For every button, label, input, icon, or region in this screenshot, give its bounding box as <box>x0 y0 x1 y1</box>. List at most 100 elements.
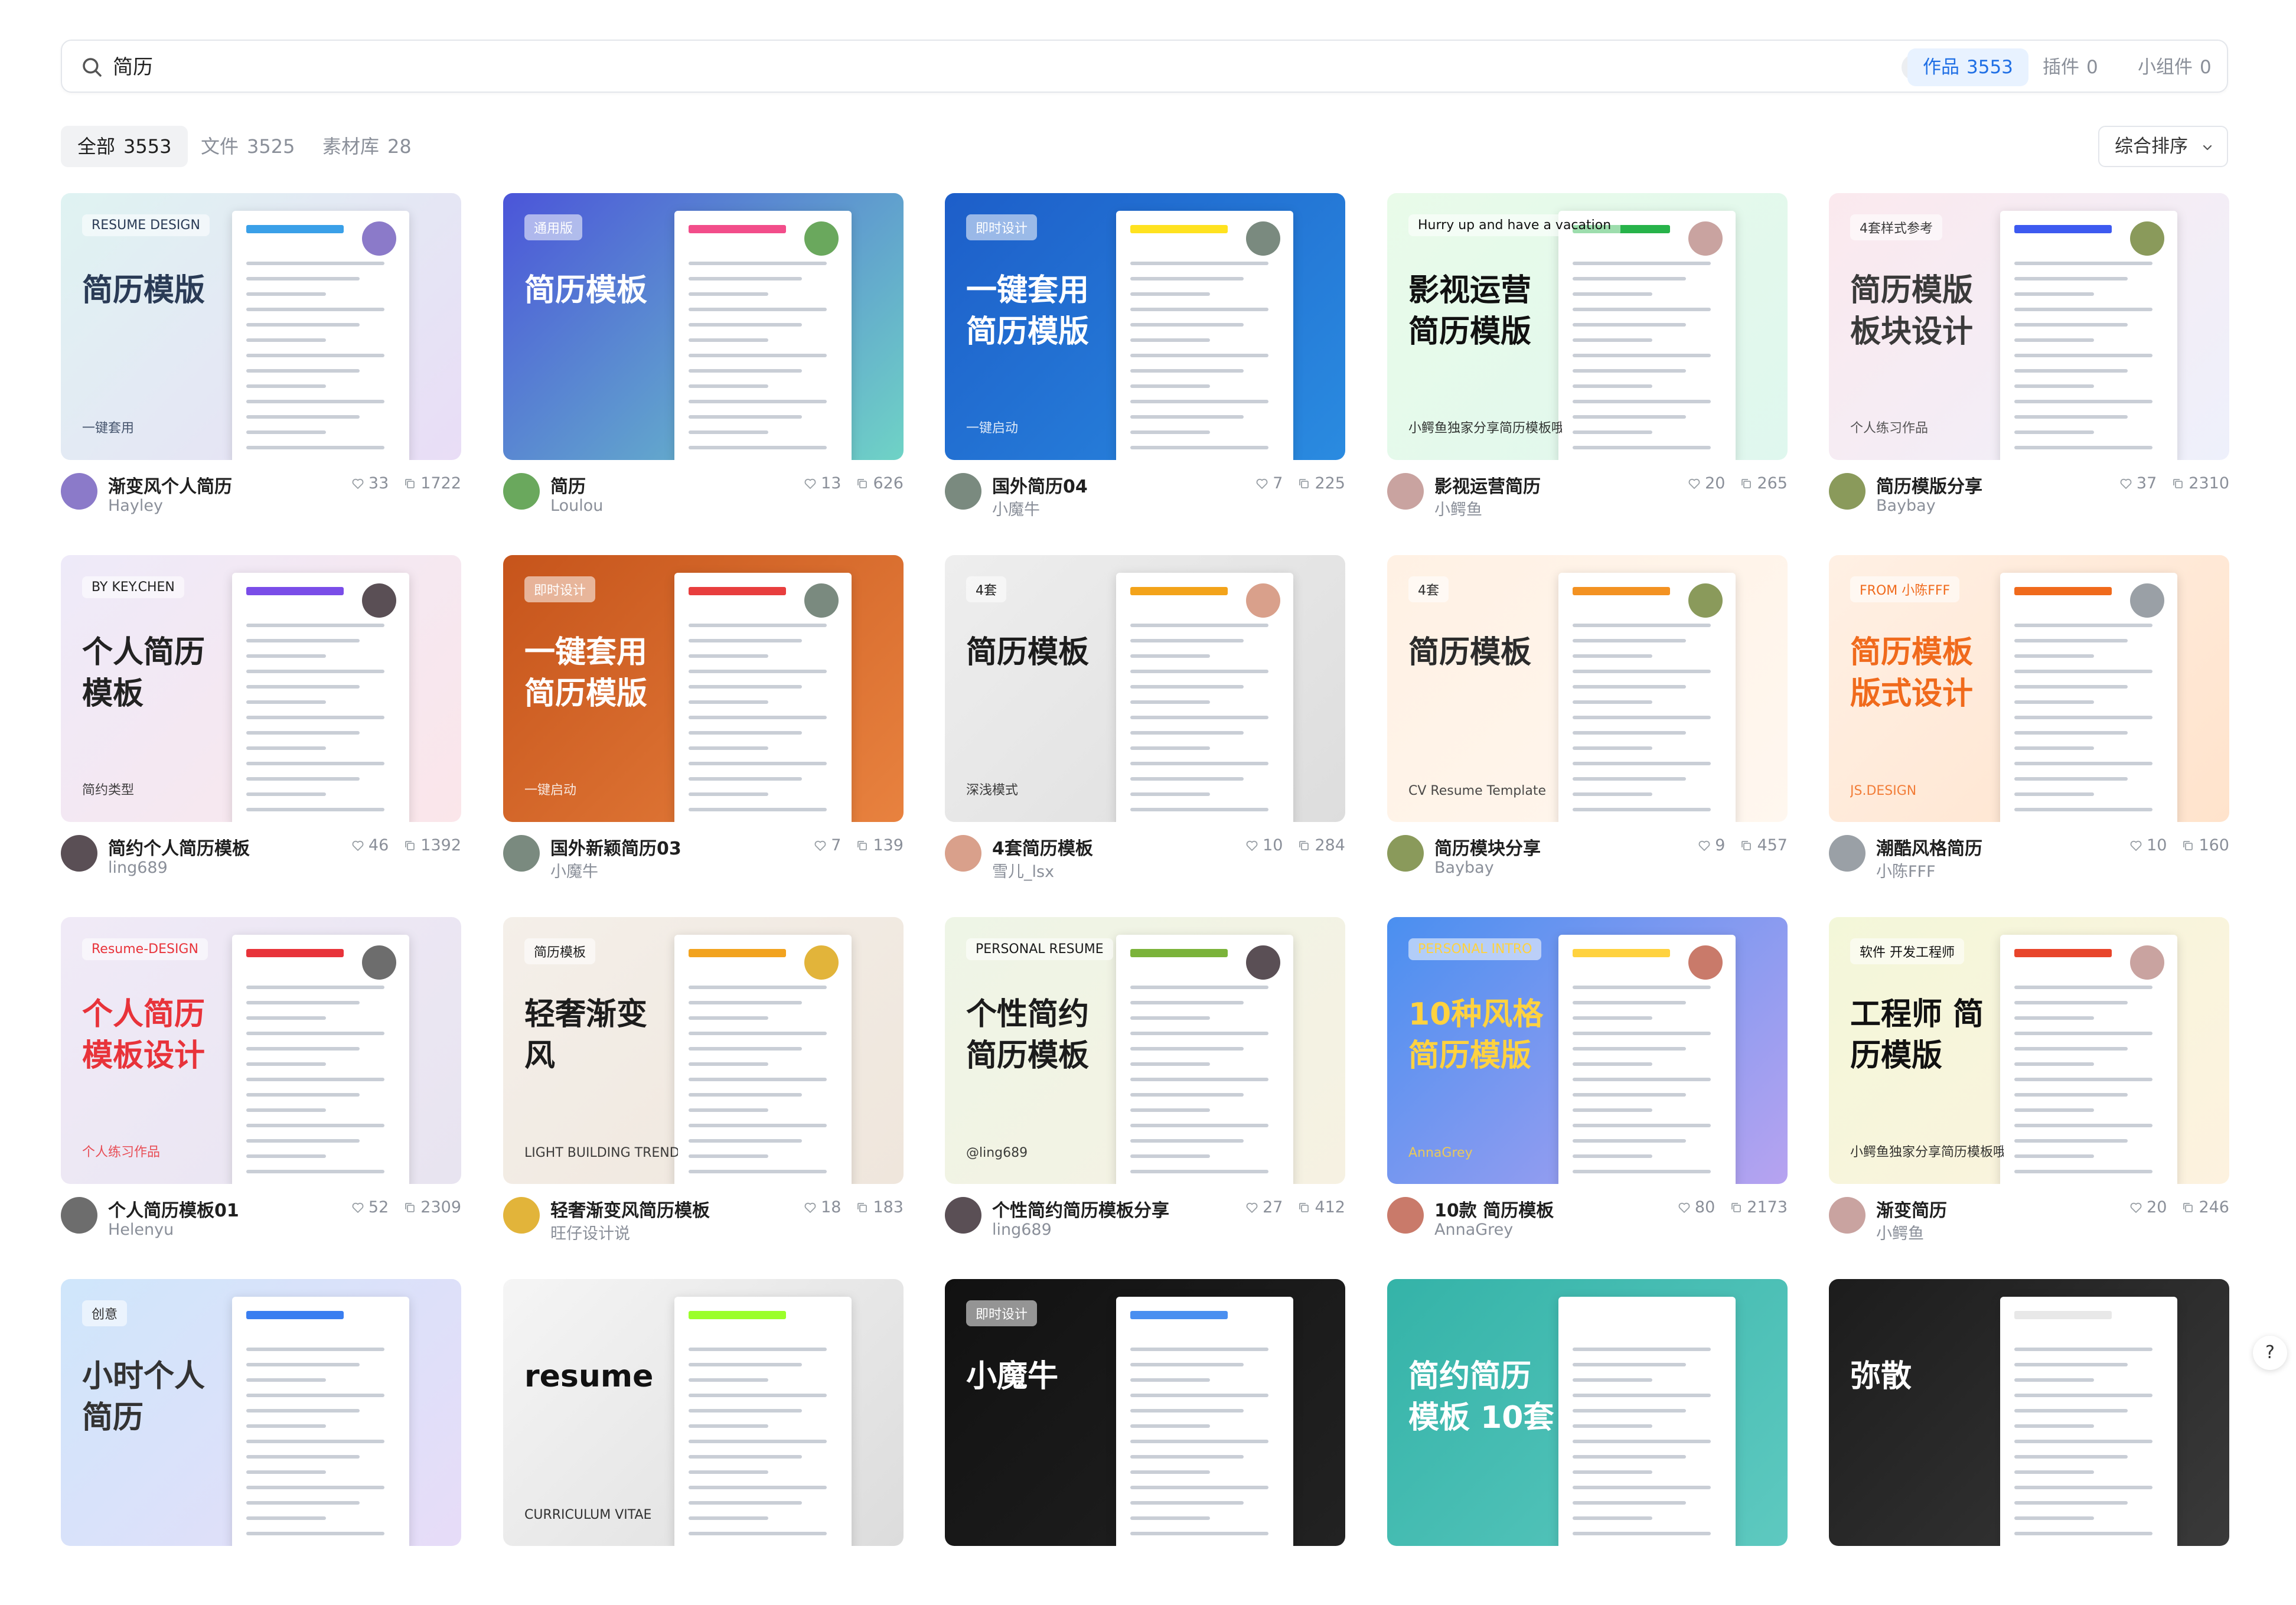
card-thumbnail[interactable]: PERSONAL INTRO 10种风格 简历模版 AnnaGrey <box>1387 917 1788 1184</box>
result-card[interactable]: resume CURRICULUM VITAE <box>503 1279 904 1605</box>
scope-tab-plugins[interactable]: 插件 0 <box>2027 48 2114 86</box>
result-card[interactable]: 即时设计 一键套用 简历模版 一键启动 国外新颖简历03 小魔牛 7 139 <box>503 555 904 881</box>
author-avatar[interactable] <box>61 473 97 510</box>
card-author[interactable]: ling689 <box>108 859 168 877</box>
card-meta: 4套简历模板 雪儿_lsx 10 284 <box>945 822 1345 881</box>
filter-tab-all[interactable]: 全部 3553 <box>61 126 188 167</box>
result-card[interactable]: 弥散 <box>1829 1279 2229 1605</box>
card-thumbnail[interactable]: 弥散 <box>1829 1279 2229 1546</box>
author-avatar[interactable] <box>503 473 540 510</box>
author-avatar[interactable] <box>1829 473 1866 510</box>
card-thumbnail[interactable]: Resume-DESIGN 个人简历 模板设计 个人练习作品 <box>61 917 461 1184</box>
card-author[interactable]: Hayley <box>108 497 163 515</box>
card-title[interactable]: 潮酷风格简历 <box>1876 834 1982 860</box>
result-card[interactable]: BY KEY.CHEN 个人简历 模板 简约类型 简约个人简历模板 ling689 46 1… <box>61 555 461 881</box>
card-author[interactable]: 小陈FFF <box>1876 859 1936 882</box>
result-card[interactable]: 软件 开发工程师 工程师 简历模版 小鳄鱼独家分享简历模板哦 渐变简历 小鳄鱼 20 246 <box>1829 917 2229 1243</box>
card-thumbnail[interactable]: 即时设计 一键套用 简历模版 一键启动 <box>945 193 1345 460</box>
text-line <box>689 670 827 673</box>
card-title[interactable]: 渐变简历 <box>1876 1196 1947 1222</box>
card-title[interactable]: 国外新颖简历03 <box>550 834 681 860</box>
author-avatar[interactable] <box>945 473 981 510</box>
card-author[interactable]: ling689 <box>992 1221 1052 1239</box>
card-author[interactable]: AnnaGrey <box>1434 1221 1513 1239</box>
result-card[interactable]: 4套样式参考 简历模版 板块设计 个人练习作品 简历模版分享 Baybay 37 2310 <box>1829 193 2229 519</box>
card-author[interactable]: Baybay <box>1434 859 1494 877</box>
card-thumbnail[interactable]: Hurry up and have a vacation 影视运营 简历模版 小鳄鱼… <box>1387 193 1788 460</box>
card-author[interactable]: 小魔牛 <box>550 859 598 882</box>
card-author[interactable]: Helenyu <box>108 1221 174 1239</box>
card-title[interactable]: 影视运营简历 <box>1434 472 1541 498</box>
card-title[interactable]: 4套简历模板 <box>992 834 1093 860</box>
author-avatar[interactable] <box>1829 1197 1866 1234</box>
card-author[interactable]: 小魔牛 <box>992 497 1040 520</box>
author-avatar[interactable] <box>503 1197 540 1234</box>
card-author[interactable]: 小鳄鱼 <box>1876 1221 1924 1244</box>
result-card[interactable]: PERSONAL RESUME 个性简约 简历模板 @ling689 个性简约简历模板… <box>945 917 1345 1243</box>
card-thumbnail[interactable]: 通用版 简历模板 <box>503 193 904 460</box>
card-title[interactable]: 简历模块分享 <box>1434 834 1541 860</box>
card-author[interactable]: 雪儿_lsx <box>992 859 1054 882</box>
card-title[interactable]: 简历模版分享 <box>1876 472 1982 498</box>
result-card[interactable]: 4套 简历模板 深浅模式 4套简历模板 雪儿_lsx 10 284 <box>945 555 1345 881</box>
result-card[interactable]: PERSONAL INTRO 10种风格 简历模版 AnnaGrey 10款 简历模板… <box>1387 917 1788 1243</box>
card-thumbnail[interactable]: resume CURRICULUM VITAE <box>503 1279 904 1546</box>
scope-tab-works[interactable]: 作品 3553 <box>1907 48 2028 86</box>
result-card[interactable]: 简历模板轻奢渐变风 LIGHT BUILDING TREND | RESUME T… <box>503 917 904 1243</box>
author-avatar[interactable] <box>503 835 540 872</box>
card-thumbnail[interactable]: 简历模板轻奢渐变风 LIGHT BUILDING TREND | RESUME T… <box>503 917 904 1184</box>
card-title[interactable]: 个人简历模板01 <box>108 1196 239 1222</box>
filter-tab-libraries[interactable]: 素材库 28 <box>306 126 428 167</box>
card-thumbnail[interactable]: 4套 简历模板 CV Resume Template <box>1387 555 1788 822</box>
card-thumbnail[interactable]: 即时设计 一键套用 简历模版 一键启动 <box>503 555 904 822</box>
result-card[interactable]: 即时设计 小魔牛 <box>945 1279 1345 1605</box>
card-thumbnail[interactable]: 创意 小时个人简历 <box>61 1279 461 1546</box>
author-avatar[interactable] <box>1387 1197 1424 1234</box>
author-avatar[interactable] <box>61 835 97 872</box>
card-thumbnail[interactable]: 简约简历模板 10套 <box>1387 1279 1788 1546</box>
likes-count: 7 <box>1273 474 1283 492</box>
card-thumbnail[interactable]: FROM 小陈FFF 简历模板 版式设计 JS.DESIGN <box>1829 555 2229 822</box>
result-card[interactable]: FROM 小陈FFF 简历模板 版式设计 JS.DESIGN 潮酷风格简历 小陈FFF 1… <box>1829 555 2229 881</box>
author-avatar[interactable] <box>945 1197 981 1234</box>
card-thumbnail[interactable]: PERSONAL RESUME 个性简约 简历模板 @ling689 <box>945 917 1345 1184</box>
search-input[interactable]: 简历 <box>113 53 153 82</box>
author-avatar[interactable] <box>1387 473 1424 510</box>
result-card[interactable]: 通用版 简历模板 简历 Loulou 13 626 <box>503 193 904 519</box>
card-author[interactable]: 小鳄鱼 <box>1434 497 1482 520</box>
card-thumbnail[interactable]: 4套 简历模板 深浅模式 <box>945 555 1345 822</box>
author-avatar[interactable] <box>61 1197 97 1234</box>
search-bar[interactable]: 简历 作品 3553 插件 0 小组件 0 <box>61 40 2228 93</box>
card-title[interactable]: 国外简历04 <box>992 472 1088 498</box>
card-thumbnail[interactable]: BY KEY.CHEN 个人简历 模板 简约类型 <box>61 555 461 822</box>
result-card[interactable]: 4套 简历模板 CV Resume Template 简历模块分享 Baybay 9 457 <box>1387 555 1788 881</box>
author-avatar[interactable] <box>1387 835 1424 872</box>
help-button[interactable]: ? <box>2253 1336 2287 1370</box>
card-title[interactable]: 渐变风个人简历 <box>108 472 232 498</box>
card-title[interactable]: 简历 <box>550 472 586 498</box>
card-title[interactable]: 10款 简历模板 <box>1434 1196 1554 1222</box>
card-title[interactable]: 轻奢渐变风简历模板 <box>550 1196 710 1222</box>
card-author[interactable]: Baybay <box>1876 497 1936 515</box>
result-card[interactable]: 简约简历模板 10套 <box>1387 1279 1788 1605</box>
result-card[interactable]: RESUME DESIGN 简历模版 一键套用 渐变风个人简历 Hayley 33 1722 <box>61 193 461 519</box>
card-thumbnail[interactable]: 4套样式参考 简历模版 板块设计 个人练习作品 <box>1829 193 2229 460</box>
result-card[interactable]: 即时设计 一键套用 简历模版 一键启动 国外简历04 小魔牛 7 225 <box>945 193 1345 519</box>
card-author[interactable]: Loulou <box>550 497 603 515</box>
card-title[interactable]: 简约个人简历模板 <box>108 834 250 860</box>
result-card[interactable]: Resume-DESIGN 个人简历 模板设计 个人练习作品个人简历模板01 Hele… <box>61 917 461 1243</box>
filter-tab-files[interactable]: 文件 3525 <box>184 126 311 167</box>
result-card[interactable]: 创意 小时个人简历 <box>61 1279 461 1605</box>
card-thumbnail[interactable]: 软件 开发工程师 工程师 简历模版 小鳄鱼独家分享简历模板哦 <box>1829 917 2229 1184</box>
card-meta <box>503 1546 904 1605</box>
card-thumbnail[interactable]: 即时设计 小魔牛 <box>945 1279 1345 1546</box>
sort-dropdown[interactable]: 综合排序 <box>2098 126 2228 167</box>
scope-tab-widgets[interactable]: 小组件 0 <box>2122 48 2227 86</box>
card-author[interactable]: 旺仔设计说 <box>550 1221 630 1244</box>
author-avatar[interactable] <box>945 835 981 872</box>
result-card[interactable]: Hurry up and have a vacation 影视运营 简历模版 小鳄鱼… <box>1387 193 1788 519</box>
card-title[interactable]: 个性简约简历模板分享 <box>992 1196 1169 1222</box>
card-thumbnail[interactable]: RESUME DESIGN 简历模版 一键套用 <box>61 193 461 460</box>
author-avatar[interactable] <box>1829 835 1866 872</box>
thumbnail-headline: 轻奢渐变风 <box>524 997 648 1074</box>
